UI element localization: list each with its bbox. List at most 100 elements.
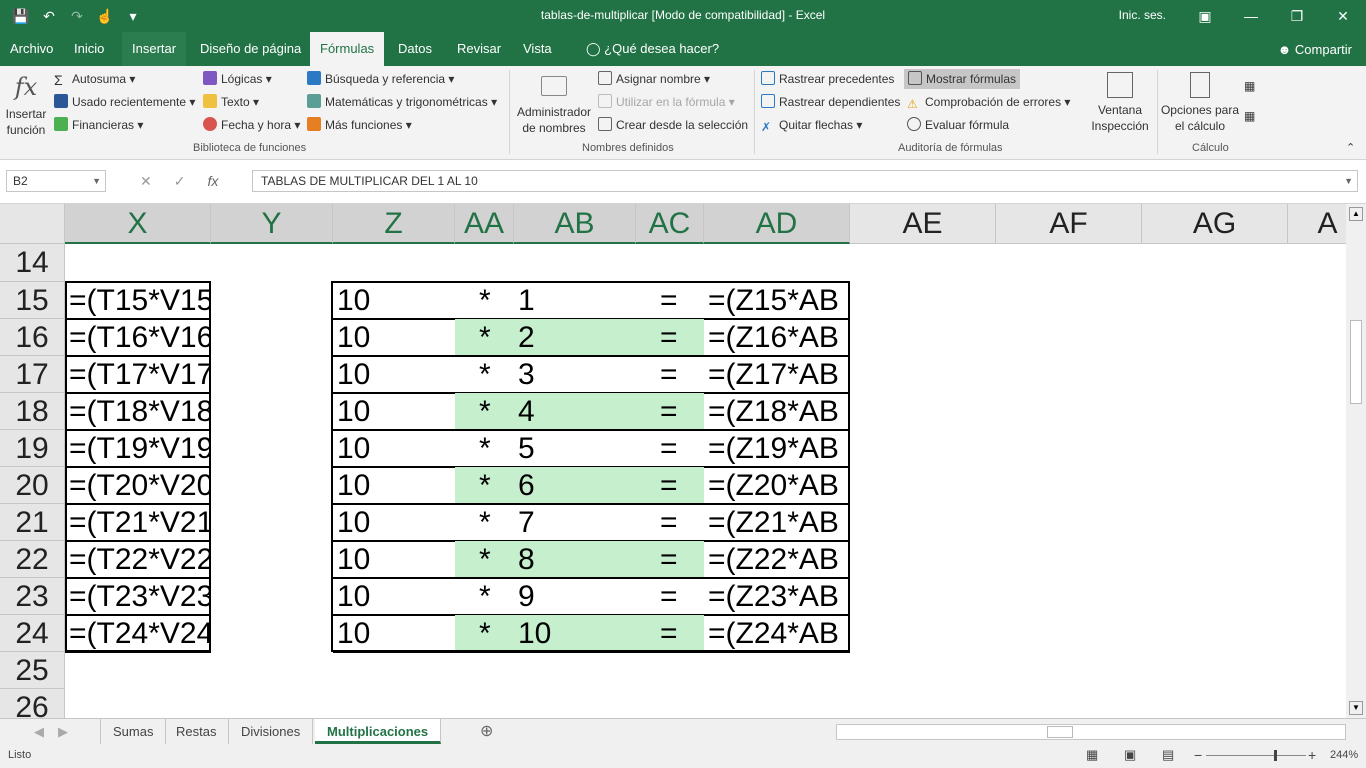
math-trig-button[interactable]: Matemáticas y trigonométricas ▾	[307, 92, 497, 112]
spreadsheet-grid[interactable]: X Y Z AA AB AC AD AE AF AG A 14 15 16 17 18 19 20 21 22 23 2…	[0, 204, 1346, 718]
tab-datos[interactable]: Datos	[388, 32, 442, 66]
lookup-reference-button[interactable]: Búsqueda y referencia ▾	[307, 69, 454, 89]
column-header-x[interactable]: X	[65, 204, 211, 244]
sheet-tab-sumas[interactable]: Sumas	[100, 719, 167, 744]
sheet-tab-divisiones[interactable]: Divisiones	[229, 719, 314, 744]
zoom-slider-thumb[interactable]	[1274, 750, 1277, 761]
restore-icon[interactable]: ❐	[1274, 0, 1320, 32]
name-box-value: B2	[13, 174, 28, 188]
row-header-26[interactable]: 26	[0, 689, 65, 718]
sign-in-link[interactable]: Inic. ses.	[1119, 8, 1166, 22]
horizontal-scrollbar[interactable]	[836, 724, 1346, 740]
share-label: Compartir	[1294, 42, 1352, 57]
column-header-z[interactable]: Z	[333, 204, 455, 244]
trace-dependents-button[interactable]: Rastrear dependientes	[761, 92, 900, 112]
row-header-17[interactable]: 17	[0, 356, 65, 393]
watch-window-button[interactable]: Ventana Inspección	[1086, 72, 1154, 134]
enter-icon[interactable]: ✓	[174, 170, 186, 192]
tab-formulas[interactable]: Fórmulas	[310, 32, 385, 66]
page-layout-view-icon[interactable]: ▣	[1124, 747, 1136, 763]
zoom-in-icon[interactable]: +	[1308, 747, 1316, 763]
row-header-18[interactable]: 18	[0, 393, 65, 430]
row-header-15[interactable]: 15	[0, 282, 65, 319]
use-in-formula-button[interactable]: Utilizar en la fórmula ▾	[598, 92, 735, 112]
logical-button[interactable]: Lógicas ▾	[203, 69, 272, 89]
calc-options-button[interactable]: Opciones para el cálculo	[1160, 72, 1240, 134]
normal-view-icon[interactable]: ▦	[1086, 747, 1098, 763]
share-button[interactable]: ☻ Compartir	[1272, 38, 1358, 62]
scroll-down-icon[interactable]: ▼	[1349, 701, 1363, 715]
evaluate-formula-button[interactable]: Evaluar fórmula	[907, 115, 1009, 135]
text-button[interactable]: Texto ▾	[203, 92, 259, 112]
column-header-af[interactable]: AF	[996, 204, 1142, 244]
expand-formula-icon[interactable]: ▼	[1344, 171, 1353, 191]
financial-button[interactable]: Financieras ▾	[54, 115, 143, 135]
row-header-19[interactable]: 19	[0, 430, 65, 467]
zoom-level[interactable]: 244%	[1330, 749, 1358, 761]
zoom-slider[interactable]	[1206, 750, 1306, 761]
show-formulas-button[interactable]: Mostrar fórmulas	[904, 69, 1021, 89]
tab-archivo[interactable]: Archivo	[0, 32, 63, 66]
ribbon-tabs: Archivo Inicio Insertar Diseño de página…	[0, 32, 1366, 66]
close-icon[interactable]: ✕	[1320, 0, 1366, 32]
group-divider	[1157, 70, 1158, 154]
tab-revisar[interactable]: Revisar	[447, 32, 511, 66]
row-header-14[interactable]: 14	[0, 244, 65, 282]
row-header-16[interactable]: 16	[0, 319, 65, 356]
insert-function-button[interactable]: fx Insertar función	[2, 72, 50, 138]
more-functions-button[interactable]: Más funciones ▾	[307, 115, 412, 135]
calculate-sheet-icon[interactable]: ▦	[1244, 106, 1260, 126]
page-break-view-icon[interactable]: ▤	[1162, 747, 1174, 763]
row-header-24[interactable]: 24	[0, 615, 65, 652]
autosum-button[interactable]: Σ Autosuma ▾	[54, 69, 135, 89]
tab-insertar[interactable]: Insertar	[122, 32, 187, 66]
name-box[interactable]: B2 ▼	[6, 170, 106, 192]
calculate-now-icon[interactable]: ▦	[1244, 76, 1260, 96]
lookup-label: Búsqueda y referencia	[325, 72, 446, 86]
person-icon: ☻	[1277, 42, 1295, 57]
ribbon-display-icon[interactable]: ▣	[1182, 0, 1228, 32]
next-sheet-icon[interactable]: ▶	[46, 719, 80, 744]
vertical-scroll-thumb[interactable]	[1350, 320, 1362, 404]
create-from-selection-button[interactable]: Crear desde la selección	[598, 115, 748, 135]
add-sheet-icon[interactable]: ⊕	[468, 719, 505, 744]
vertical-scrollbar[interactable]: ▲ ▼	[1346, 204, 1366, 718]
select-all-corner[interactable]	[0, 204, 65, 244]
minimize-icon[interactable]: —	[1228, 0, 1274, 32]
define-name-button[interactable]: Asignar nombre ▾	[598, 69, 710, 89]
tab-vista[interactable]: Vista	[513, 32, 562, 66]
tell-me-search[interactable]: ◯ ¿Qué desea hacer?	[576, 32, 729, 66]
collapse-ribbon-icon[interactable]: ⌃	[1346, 138, 1355, 158]
sheet-tab-multiplicaciones[interactable]: Multiplicaciones	[315, 719, 442, 744]
horizontal-scroll-thumb[interactable]	[1047, 726, 1073, 738]
name-manager-button[interactable]: Administrador de nombres	[514, 76, 594, 136]
column-header-a[interactable]: A	[1288, 204, 1346, 244]
chevron-down-icon[interactable]: ▼	[92, 171, 101, 191]
error-checking-button[interactable]: ⚠ Comprobación de errores ▾	[907, 92, 1070, 112]
sheet-tab-restas[interactable]: Restas	[164, 719, 230, 744]
fx-icon[interactable]: fx	[207, 170, 218, 192]
zoom-out-icon[interactable]: −	[1194, 747, 1202, 763]
scroll-up-icon[interactable]: ▲	[1349, 207, 1363, 221]
column-header-ag[interactable]: AG	[1142, 204, 1288, 244]
column-header-aa[interactable]: AA	[455, 204, 514, 244]
column-header-ac[interactable]: AC	[636, 204, 704, 244]
column-header-ab[interactable]: AB	[514, 204, 636, 244]
column-header-y[interactable]: Y	[211, 204, 333, 244]
row-header-21[interactable]: 21	[0, 504, 65, 541]
cancel-icon[interactable]: ✕	[140, 170, 152, 192]
date-time-button[interactable]: Fecha y hora ▾	[203, 115, 300, 135]
trace-precedents-button[interactable]: Rastrear precedentes	[761, 69, 894, 89]
column-header-ae[interactable]: AE	[850, 204, 996, 244]
row-header-22[interactable]: 22	[0, 541, 65, 578]
formula-input[interactable]: TABLAS DE MULTIPLICAR DEL 1 AL 10 ▼	[252, 170, 1358, 192]
tab-inicio[interactable]: Inicio	[64, 32, 114, 66]
remove-arrows-button[interactable]: ✗ Quitar flechas ▾	[761, 115, 862, 135]
tab-diseno-pagina[interactable]: Diseño de página	[190, 32, 311, 66]
recently-used-button[interactable]: Usado recientemente ▾	[54, 92, 195, 112]
column-header-ad[interactable]: AD	[704, 204, 850, 244]
table-border-right	[331, 281, 850, 652]
row-header-20[interactable]: 20	[0, 467, 65, 504]
row-header-23[interactable]: 23	[0, 578, 65, 615]
row-header-25[interactable]: 25	[0, 652, 65, 689]
